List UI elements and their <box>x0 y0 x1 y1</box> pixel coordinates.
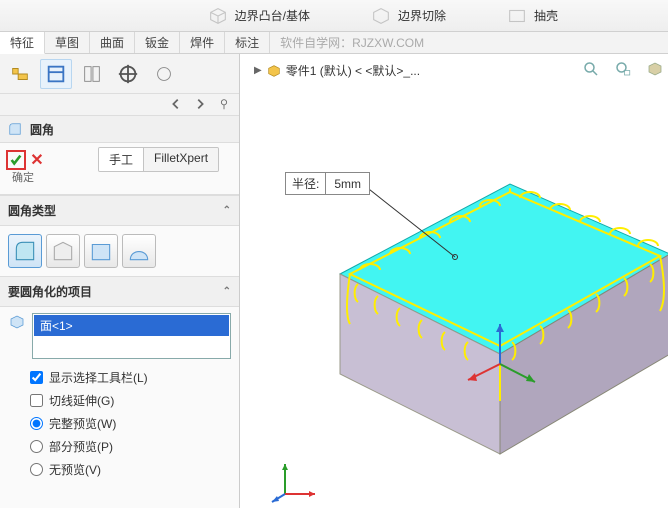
config-icon[interactable] <box>76 59 108 89</box>
watermark: 软件自学网：RJZXW.COM <box>280 34 424 51</box>
fillet-icon <box>6 120 24 138</box>
chevron-icon[interactable]: ⌃ <box>223 286 231 297</box>
dimxpert-icon[interactable] <box>112 59 144 89</box>
fillet-type-face[interactable] <box>84 234 118 268</box>
part-name: 零件1 (默认) < <默认>_... <box>286 62 420 79</box>
propertymgr-icon[interactable] <box>40 59 72 89</box>
ribbon-extrude-label: 边界凸台/基体 <box>235 7 310 24</box>
pin-icon[interactable] <box>213 94 235 114</box>
ribbon-shell-label: 抽壳 <box>534 7 558 24</box>
ribbon-extrude[interactable]: 边界凸台/基体 <box>207 5 310 27</box>
items-label: 要圆角化的项目 <box>8 283 92 300</box>
fillet-type-variable[interactable] <box>46 234 80 268</box>
zoom-area-icon[interactable] <box>610 58 636 80</box>
ribbon-shell[interactable]: 抽壳 <box>506 5 558 27</box>
fwd-icon[interactable] <box>189 94 211 114</box>
tab-sketch[interactable]: 草图 <box>45 32 90 53</box>
dim-label: 半径: <box>286 173 326 194</box>
model-view[interactable] <box>250 84 668 504</box>
graphics-area[interactable]: ▶ 零件1 (默认) < <默认>_... <box>240 54 668 508</box>
opt-tangent[interactable]: 切线延伸(G) <box>30 392 231 409</box>
face-icon <box>8 313 26 331</box>
opt-partial[interactable]: 部分预览(P) <box>30 438 231 455</box>
selection-item[interactable]: 面<1> <box>34 315 229 336</box>
breadcrumb[interactable]: ▶ 零件1 (默认) < <默认>_... <box>254 62 420 79</box>
display-icon[interactable] <box>148 59 180 89</box>
tab-annotate[interactable]: 标注 <box>225 32 270 53</box>
fillet-type-label: 圆角类型 <box>8 202 56 219</box>
fillet-type-full[interactable] <box>122 234 156 268</box>
section-icon[interactable] <box>642 58 668 80</box>
pm-title: 圆角 <box>30 121 54 138</box>
tab-sheetmetal[interactable]: 钣金 <box>135 32 180 53</box>
expand-icon[interactable]: ▶ <box>254 65 262 76</box>
tab-feature[interactable]: 特征 <box>0 32 45 54</box>
dimension-callout[interactable]: 半径: 5mm <box>285 172 370 195</box>
tab-weldment[interactable]: 焊件 <box>180 32 225 53</box>
opt-toolbar-check[interactable] <box>30 371 43 384</box>
opt-partial-radio[interactable] <box>30 440 43 453</box>
chevron-icon[interactable]: ⌃ <box>223 205 231 216</box>
doc-tabs: 特征 草图 曲面 钣金 焊件 标注 软件自学网：RJZXW.COM <box>0 32 668 54</box>
part-icon <box>266 63 282 79</box>
dim-value[interactable]: 5mm <box>326 175 369 193</box>
subtab-filletxpert[interactable]: FilletXpert <box>144 148 218 171</box>
opt-none[interactable]: 无预览(V) <box>30 461 231 478</box>
featuretree-icon[interactable] <box>4 59 36 89</box>
opt-full-radio[interactable] <box>30 417 43 430</box>
selection-list[interactable]: 面<1> <box>32 313 231 359</box>
opt-none-radio[interactable] <box>30 463 43 476</box>
opt-tangent-check[interactable] <box>30 394 43 407</box>
ok-button[interactable] <box>6 150 26 170</box>
back-icon[interactable] <box>165 94 187 114</box>
opt-toolbar[interactable]: 显示选择工具栏(L) <box>30 369 231 386</box>
zoom-fit-icon[interactable] <box>578 58 604 80</box>
opt-full[interactable]: 完整预览(W) <box>30 415 231 432</box>
ribbon-cut[interactable]: 边界切除 <box>370 5 446 27</box>
ribbon-cut-label: 边界切除 <box>398 7 446 24</box>
cancel-button[interactable]: ✕ <box>28 151 46 169</box>
property-manager: 圆角 ✕ 确定 手工 FilletXpert 圆角类型 ⌃ 要圆角化的项目 ⌃ <box>0 54 240 508</box>
fillet-type-constant[interactable] <box>8 234 42 268</box>
confirm-label: 确定 <box>12 169 34 185</box>
tab-surface[interactable]: 曲面 <box>90 32 135 53</box>
view-triad[interactable] <box>270 454 320 504</box>
subtab-manual[interactable]: 手工 <box>99 148 144 171</box>
